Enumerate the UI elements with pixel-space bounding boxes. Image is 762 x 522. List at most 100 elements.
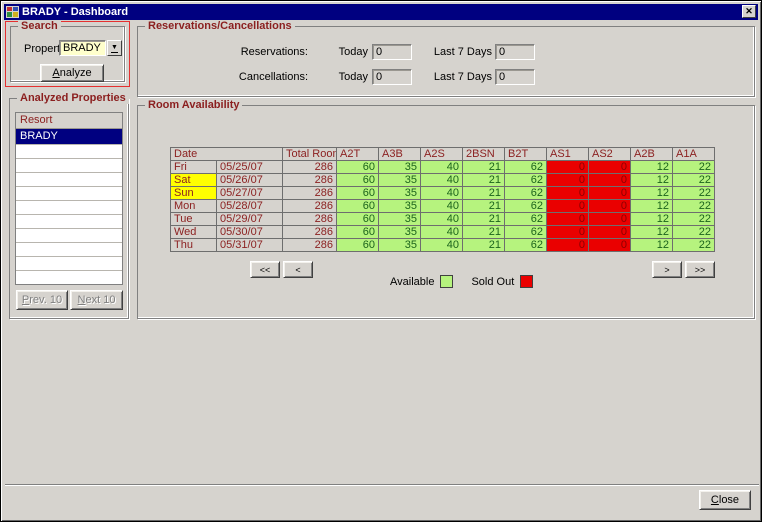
reservations-last7-field: 0 [495,44,535,60]
date-cell: 05/25/07 [217,161,283,174]
availability-row: Sat05/26/072866035402162001222 [171,174,715,187]
property-combo-input[interactable]: BRADY [59,40,106,56]
available-cell: 22 [673,161,715,174]
available-cell: 35 [379,187,421,200]
available-cell: 22 [673,200,715,213]
available-cell: 12 [631,213,673,226]
available-cell: 21 [463,213,505,226]
available-cell: 21 [463,174,505,187]
window-title: BRADY - Dashboard [22,6,128,18]
total-room-cell: 286 [283,174,337,187]
footer-divider [5,484,759,486]
property-list-item[interactable]: BRADY [16,129,122,145]
available-cell: 35 [379,161,421,174]
property-list-empty-row[interactable] [16,145,122,159]
available-cell: 40 [421,200,463,213]
analyze-button[interactable]: Analyze [40,64,104,82]
property-list-empty-row[interactable] [16,229,122,243]
available-cell: 12 [631,174,673,187]
sold-out-cell: 0 [547,174,589,187]
total-room-cell: 286 [283,200,337,213]
availability-legend: Available Sold Out [390,275,533,288]
available-cell: 35 [379,200,421,213]
property-list-empty-row[interactable] [16,243,122,257]
available-cell: 35 [379,213,421,226]
total-room-cell: 286 [283,226,337,239]
available-cell: 12 [631,187,673,200]
sold-out-cell: 0 [589,226,631,239]
cancellations-last7-field: 0 [495,69,535,85]
close-icon[interactable]: ✕ [742,5,756,18]
available-cell: 62 [505,161,547,174]
availability-row: Mon05/28/072866035402162001222 [171,200,715,213]
date-cell: 05/30/07 [217,226,283,239]
day-cell: Wed [171,226,217,239]
close-button[interactable]: Close [699,490,751,510]
reservations-group: Reservations/Cancellations Reservations:… [137,26,755,97]
reservations-today-field: 0 [372,44,412,60]
available-cell: 12 [631,200,673,213]
available-cell: 62 [505,213,547,226]
property-list-empty-row[interactable] [16,187,122,201]
property-list-empty-row[interactable] [16,173,122,187]
availability-row: Wed05/30/072866035402162001222 [171,226,715,239]
cancellations-label: Cancellations: [178,71,308,83]
day-cell: Fri [171,161,217,174]
available-cell: 40 [421,226,463,239]
property-list-empty-row[interactable] [16,201,122,215]
day-cell: Sun [171,187,217,200]
sold-out-cell: 0 [589,174,631,187]
property-list-empty-row[interactable] [16,215,122,229]
available-cell: 35 [379,174,421,187]
date-cell: 05/29/07 [217,213,283,226]
sold-out-cell: 0 [547,213,589,226]
page-last-button[interactable]: >> [685,261,715,278]
availability-row: Fri05/25/072866035402162001222 [171,161,715,174]
property-list-empty-row[interactable] [16,159,122,173]
available-cell: 22 [673,213,715,226]
available-cell: 21 [463,200,505,213]
sold-out-legend-label: Sold Out [471,276,514,288]
sold-out-cell: 0 [547,239,589,252]
total-room-cell: 286 [283,213,337,226]
availability-row: Sun05/27/072866035402162001222 [171,187,715,200]
reservations-today-label: Today [328,46,368,58]
available-cell: 40 [421,239,463,252]
available-cell: 62 [505,200,547,213]
room-availability-title: Room Availability [145,99,242,111]
available-cell: 60 [337,226,379,239]
search-group: Search Property BRADY ▼ Analyze [10,26,125,82]
available-cell: 22 [673,174,715,187]
page-prev-button[interactable]: < [283,261,313,278]
page-next-button[interactable]: > [652,261,682,278]
reservations-group-title: Reservations/Cancellations [145,20,295,32]
sold-out-cell: 0 [589,161,631,174]
column-header: AS2 [589,148,631,161]
property-combo-drop-button[interactable]: ▼ [107,40,122,56]
next-10-button[interactable]: Next 10 [70,290,123,310]
available-cell: 60 [337,200,379,213]
available-cell: 62 [505,239,547,252]
available-cell: 21 [463,226,505,239]
sold-out-cell: 0 [589,187,631,200]
cancellations-today-field: 0 [372,69,412,85]
column-header: AS1 [547,148,589,161]
available-cell: 60 [337,174,379,187]
column-header: Total Room [283,148,337,161]
column-header: A2S [421,148,463,161]
available-cell: 40 [421,174,463,187]
dialog-body: Search Property BRADY ▼ Analyze Analyzed… [4,20,758,518]
property-list-empty-row[interactable] [16,271,122,285]
available-cell: 62 [505,187,547,200]
dashboard-window: BRADY - Dashboard ✕ Search Property BRAD… [0,0,762,522]
available-cell: 62 [505,226,547,239]
sold-out-cell: 0 [547,161,589,174]
prev-10-button[interactable]: Prev. 10 [16,290,68,310]
dropdown-arrow-icon: ▼ [111,44,118,53]
page-first-button[interactable]: << [250,261,280,278]
property-list-empty-row[interactable] [16,257,122,271]
property-list-header: Resort [16,113,122,129]
total-room-cell: 286 [283,161,337,174]
available-cell: 35 [379,239,421,252]
column-header: A1A [673,148,715,161]
